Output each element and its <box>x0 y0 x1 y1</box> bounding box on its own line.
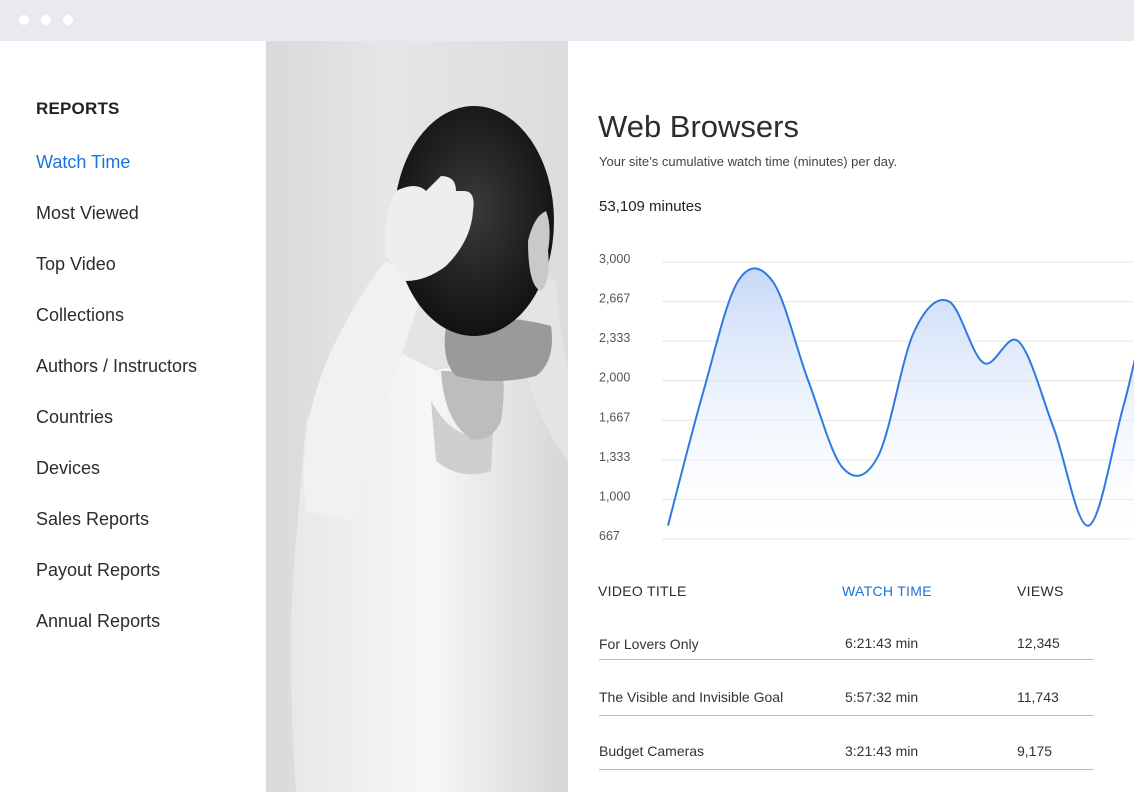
sidebar-item-countries[interactable]: Countries <box>36 407 113 428</box>
row-views: 9,175 <box>1017 743 1053 759</box>
reports-sidebar: REPORTS Watch Time Most Viewed Top Video… <box>0 41 266 792</box>
y-tick-label: 2,000 <box>599 371 630 385</box>
row-views: 12,345 <box>1017 635 1060 651</box>
y-tick-label: 2,667 <box>599 292 630 306</box>
column-header-views[interactable]: VIEWS <box>1017 583 1064 599</box>
row-divider <box>599 715 1094 716</box>
row-divider <box>599 659 1094 660</box>
row-views: 11,743 <box>1017 689 1059 705</box>
fencer-photo <box>266 41 568 792</box>
column-header-video-title[interactable]: VIDEO TITLE <box>598 583 687 599</box>
row-watch-time: 5:57:32 min <box>845 689 919 705</box>
window-maximize-dot[interactable] <box>63 15 73 25</box>
watch-time-chart: 3,000 2,667 2,333 2,000 1,667 1,333 1,000 667 <box>599 252 1134 541</box>
main-panel: Web Browsers Your site’s cumulative watc… <box>568 41 1134 792</box>
fencer-illustration <box>291 106 568 792</box>
row-watch-time: 3:21:43 min <box>845 743 919 759</box>
y-tick-label: 1,333 <box>599 450 630 464</box>
window-minimize-dot[interactable] <box>41 15 51 25</box>
sidebar-heading: REPORTS <box>36 99 120 118</box>
sidebar-item-payout-reports[interactable]: Payout Reports <box>36 560 160 581</box>
y-tick-label: 2,333 <box>599 331 630 345</box>
sidebar-item-collections[interactable]: Collections <box>36 305 124 326</box>
window-close-dot[interactable] <box>19 15 29 25</box>
sidebar-item-watch-time[interactable]: Watch Time <box>36 152 130 173</box>
row-title: Budget Cameras <box>599 743 705 759</box>
sidebar-item-devices[interactable]: Devices <box>36 458 100 479</box>
sidebar-item-top-video[interactable]: Top Video <box>36 254 116 275</box>
sidebar-item-most-viewed[interactable]: Most Viewed <box>36 203 139 224</box>
y-tick-label: 667 <box>599 529 620 541</box>
sidebar-item-authors-instructors[interactable]: Authors / Instructors <box>36 356 197 377</box>
row-title: For Lovers Only <box>599 636 699 652</box>
y-tick-label: 1,667 <box>599 410 630 424</box>
row-divider <box>599 769 1094 770</box>
row-title: The Visible and Invisible Goal <box>599 689 784 705</box>
window-titlebar <box>0 0 1134 41</box>
column-header-watch-time[interactable]: WATCH TIME <box>842 583 932 599</box>
sidebar-item-sales-reports[interactable]: Sales Reports <box>36 509 149 530</box>
series-area <box>668 268 1134 539</box>
sidebar-item-annual-reports[interactable]: Annual Reports <box>36 611 160 632</box>
y-tick-label: 3,000 <box>599 252 630 266</box>
row-watch-time: 6:21:43 min <box>845 635 919 651</box>
y-tick-label: 1,000 <box>599 489 630 503</box>
